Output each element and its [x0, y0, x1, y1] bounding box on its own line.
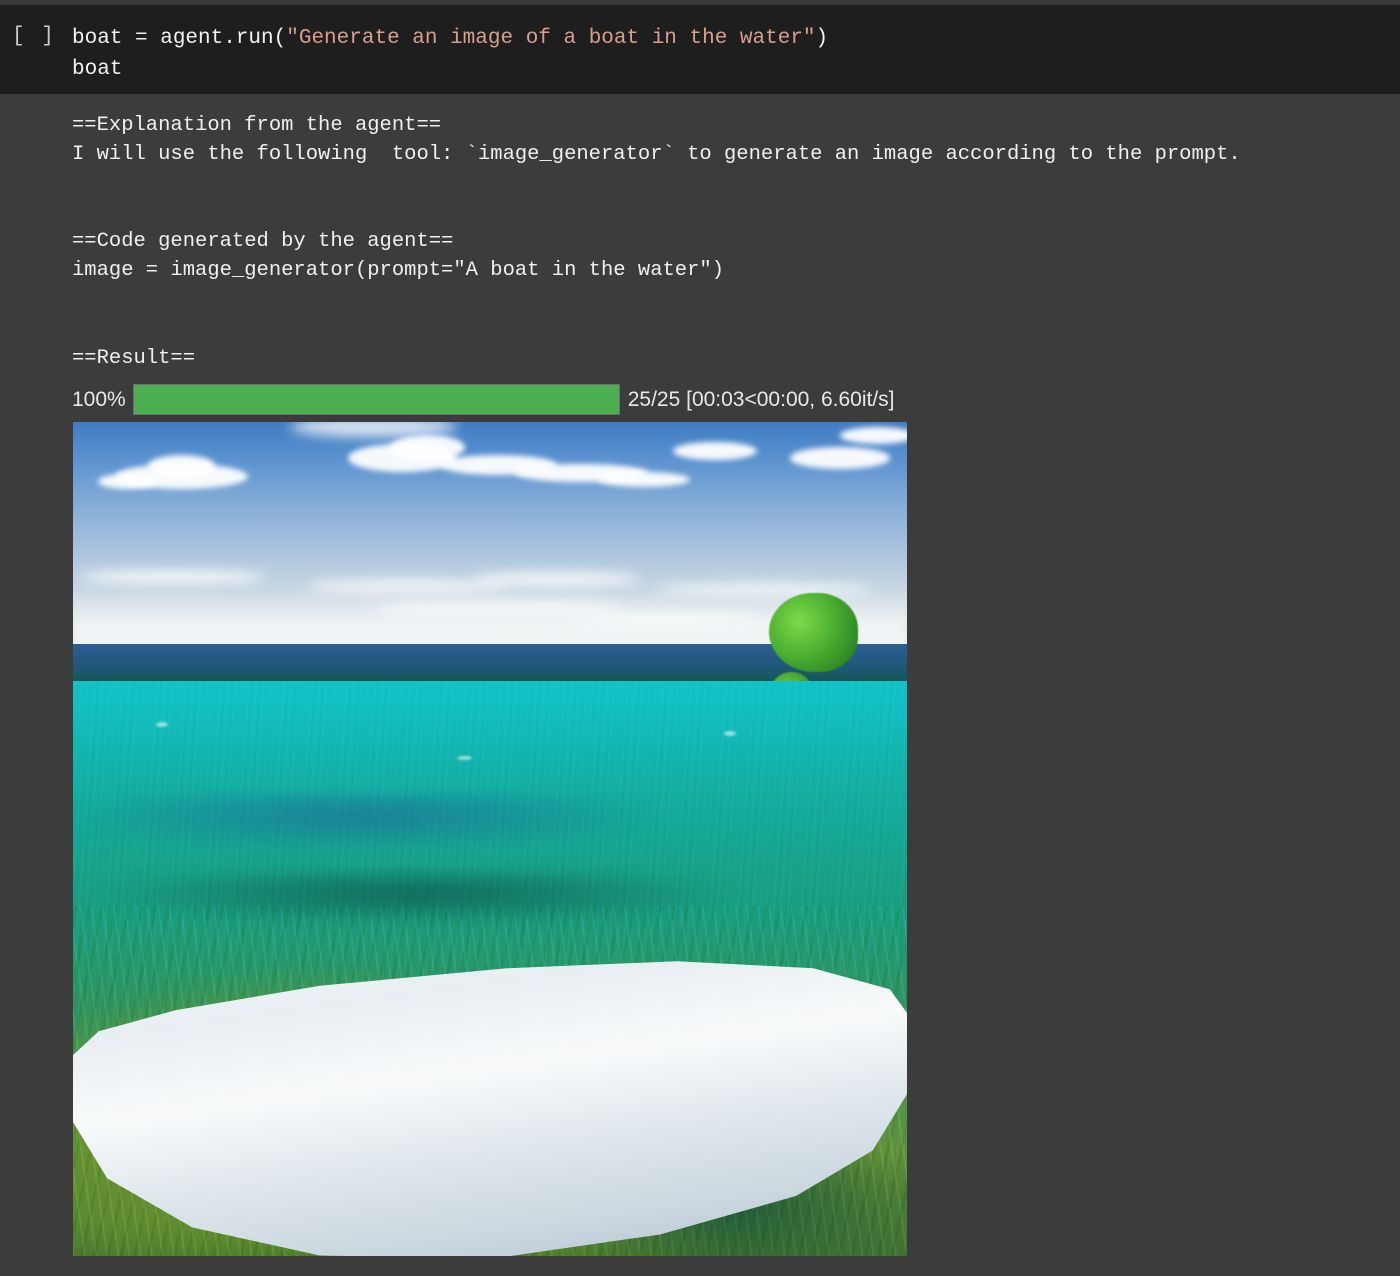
generated-code-header: ==Code generated by the agent== — [72, 230, 454, 253]
cloud — [81, 570, 265, 584]
submerged-hull — [73, 793, 712, 871]
cloud — [98, 473, 157, 489]
cloud — [598, 472, 691, 488]
cell-execution-marker[interactable]: [ ] — [12, 25, 56, 48]
generated-code-body: image = image_generator(prompt="A boat i… — [72, 259, 725, 282]
code-token-post: ) — [815, 27, 829, 50]
explanation-header: ==Explanation from the agent== — [72, 114, 442, 137]
tree-foliage — [769, 592, 859, 673]
progress-track — [132, 383, 620, 415]
generated-image[interactable] — [73, 422, 907, 1256]
cloud — [840, 427, 907, 444]
progress-bar-widget: 100% 25/25 [00:03<00:00, 6.60it/s] — [72, 382, 895, 416]
progress-meta-label: 25/25 [00:03<00:00, 6.60it/s] — [627, 387, 895, 411]
code-line-2: boat — [72, 58, 123, 81]
rowing-boat — [73, 793, 907, 1256]
notebook-page: [ ] boat = agent.run("Generate an image … — [0, 0, 1400, 1276]
progress-fill — [133, 384, 619, 414]
explanation-body: I will use the following tool: `image_ge… — [72, 143, 1241, 166]
result-header: ==Result== — [72, 347, 196, 370]
code-cell[interactable]: [ ] boat = agent.run("Generate an image … — [0, 5, 1400, 94]
water-glint — [456, 755, 472, 760]
cell-output: ==Explanation from the agent== I will us… — [0, 94, 1400, 1276]
cloud — [790, 447, 891, 469]
water-glint — [723, 730, 737, 736]
progress-percent-label: 100% — [72, 387, 126, 411]
code-editor[interactable]: boat = agent.run("Generate an image of a… — [72, 23, 828, 85]
code-token-string: "Generate an image of a boat in the wate… — [286, 27, 816, 50]
explanation-block: ==Explanation from the agent== I will us… — [72, 111, 1241, 169]
boat-water-shadow — [73, 870, 797, 941]
code-token-pre: boat = agent.run( — [72, 27, 287, 50]
cloud — [148, 455, 215, 478]
generated-code-block: ==Code generated by the agent== image = … — [72, 227, 724, 285]
